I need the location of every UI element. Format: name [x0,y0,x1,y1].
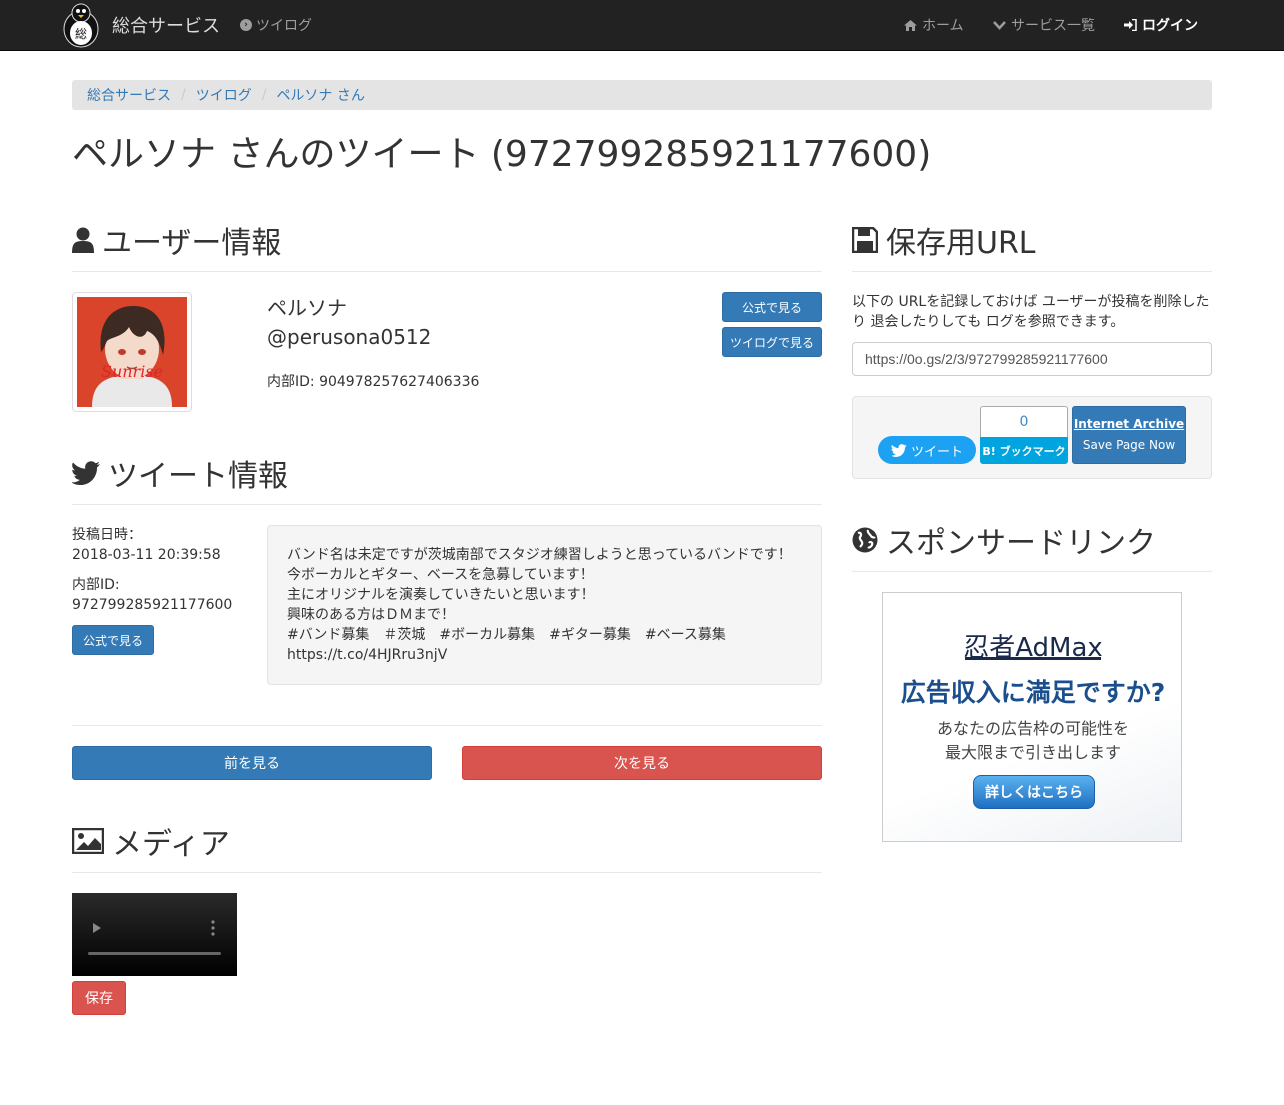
image-icon [72,828,104,854]
sponsor-heading: スポンサードリンク [852,518,1156,562]
globe-icon [852,527,878,553]
nav-login-label: ログイン [1142,18,1198,34]
svg-text:総: 総 [75,27,87,41]
penguin-logo-icon: 総 [63,3,99,48]
save-icon [852,227,878,253]
user-official-button[interactable]: 公式で見る [722,292,822,322]
avatar-image: Sunrise [77,297,187,407]
tweet-line: 興味のある方はＤＭまで！ [287,607,455,623]
ad-subtext: あなたの広告枠の可能性を 最大限まで引き出します [883,717,1181,765]
twitter-icon [891,443,907,457]
divider [852,271,1212,272]
tweet-share-button[interactable]: ツイート [878,436,976,464]
hatena-count: 0 [980,406,1068,437]
ad-subtext-line: あなたの広告枠の可能性を [936,719,1129,738]
breadcrumb-separator: / [261,87,267,103]
navbar: 総 総合サービス › ツイログ ホーム サービス一覧 ログイン [0,0,1284,51]
user-twilog-button[interactable]: ツイログで見る [722,327,822,357]
posted-value: 2018-03-11 20:39:58 [72,547,221,563]
user-icon [72,227,94,253]
play-icon [93,923,101,933]
sponsor-heading-text: スポンサードリンク [886,526,1156,561]
home-icon [904,19,917,31]
login-icon [1124,19,1137,31]
nav-home-label: ホーム [922,18,964,34]
save-url-description: 以下の URLを記録しておけば ユーザーが投稿を削除したり 退会したりしても ロ… [852,294,1210,330]
twitter-icon [72,461,100,485]
display-name: ペルソナ [267,296,347,320]
ia-subtitle: Save Page Now [1082,438,1176,452]
brand-text: 総合サービス [112,16,220,37]
ad-details-button[interactable]: 詳しくはこちら [973,775,1095,809]
tweet-official-button[interactable]: 公式で見る [72,625,154,655]
divider [72,504,822,505]
chevron-down-icon [993,20,1006,30]
posted-label: 投稿日時： [72,527,142,543]
video-player[interactable] [72,893,237,976]
save-url-input[interactable] [852,342,1212,376]
user-name-block: ペルソナ @perusona0512 [267,294,431,352]
tweet-line: 主にオリジナルを演奏していきたいと思います！ [287,587,595,603]
divider [72,725,822,726]
tweet-line: バンド名は未定ですが茨城南部でスタジオ練習しようと思っているバンドです！ [287,547,792,563]
tweet-info-heading-text: ツイート情報 [108,459,288,494]
next-button[interactable]: 次を見る [462,746,822,780]
divider [72,271,822,272]
ad-subtext-line: 最大限まで引き出します [944,743,1121,762]
breadcrumb-user[interactable]: ペルソナ さん [276,85,364,105]
tweet-link[interactable]: https://t.co/4HJRru3njV [287,645,802,665]
user-info-heading-text: ユーザー情報 [102,226,282,261]
nav-login[interactable]: ログイン [1124,0,1198,50]
nav-services[interactable]: サービス一覧 [993,0,1095,50]
svg-text:Sunrise: Sunrise [101,362,163,381]
user-inner-id: 内部ID: 904978257627406336 [267,374,480,390]
nav-home[interactable]: ホーム [904,0,964,50]
user-info-heading: ユーザー情報 [72,218,281,262]
nav-services-label: サービス一覧 [1011,18,1095,34]
save-url-heading-text: 保存用URL [886,226,1036,261]
tweet-id-label: 内部ID: [72,577,120,593]
media-heading-text: メディア [112,827,230,862]
tweet-hashtags[interactable]: #バンド募集 ＃茨城 #ボーカル募集 #ギター募集 #ベース募集 [287,625,802,645]
ad-brand-underline [965,657,1101,660]
brand-link[interactable]: 総 総合サービス [60,0,220,50]
divider [852,571,1212,572]
chevron-circle-icon: › [240,19,252,31]
tweet-id-value: 972799285921177600 [72,597,233,613]
ad-headline: 広告収入に満足ですか? [900,678,1166,707]
internet-archive-button[interactable]: Internet Archive Save Page Now [1072,406,1186,464]
breadcrumb-twilog[interactable]: ツイログ [196,85,252,105]
nav-twilog-label: ツイログ [256,18,312,34]
save-media-button[interactable]: 保存 [72,981,126,1015]
screen-name: @perusona0512 [267,325,432,349]
tweet-info-heading: ツイート情報 [72,451,288,495]
avatar[interactable]: Sunrise [72,292,192,412]
breadcrumb-home[interactable]: 総合サービス [87,85,171,105]
tweet-text: バンド名は未定ですが茨城南部でスタジオ練習しようと思っているバンドです！ 今ボー… [267,525,822,685]
ia-title: Internet Archive [1073,417,1185,431]
page-title: ペルソナ さんのツイート (972799285921177600) [72,134,932,175]
media-heading: メディア [72,819,230,863]
hatena-bookmark-button[interactable]: B! ブックマーク [980,437,1068,464]
tweet-line: 今ボーカルとギター、ベースを急募しています！ [287,567,594,583]
prev-button[interactable]: 前を見る [72,746,432,780]
breadcrumb: 総合サービス / ツイログ / ペルソナ さん [72,80,1212,110]
save-url-heading: 保存用URL [852,218,1036,262]
breadcrumb-separator: / [181,87,186,103]
divider [72,872,822,873]
sponsor-ad-banner[interactable]: 忍者AdMax 広告収入に満足ですか? あなたの広告枠の可能性を 最大限まで引き… [882,592,1182,842]
video-controls [88,920,221,955]
tweet-share-label: ツイート [910,444,963,460]
nav-twilog[interactable]: › ツイログ [240,0,312,50]
